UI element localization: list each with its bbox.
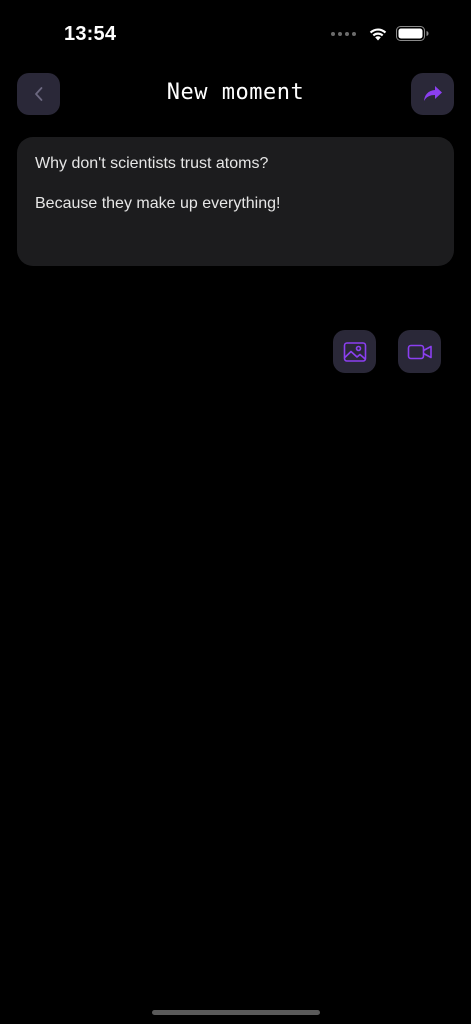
- wifi-icon: [369, 28, 387, 41]
- share-button[interactable]: [411, 73, 454, 115]
- page-title: New moment: [166, 80, 305, 105]
- add-video-button[interactable]: [398, 330, 441, 373]
- signal-dots-icon: [331, 31, 356, 36]
- share-forward-icon: [423, 86, 442, 101]
- note-line-answer: Because they make up everything!: [35, 195, 281, 212]
- battery-icon: [396, 26, 429, 41]
- image-icon: [343, 341, 366, 362]
- status-icons: [331, 26, 429, 41]
- note-line-question: Why don't scientists trust atoms?: [35, 155, 269, 172]
- note-text-area[interactable]: Why don't scientists trust atoms? Becaus…: [17, 137, 454, 266]
- status-bar: 13:54: [0, 0, 471, 70]
- video-camera-icon: [407, 344, 432, 359]
- add-photo-button[interactable]: [333, 330, 376, 373]
- status-time: 13:54: [64, 23, 117, 45]
- home-indicator[interactable]: [152, 1010, 320, 1015]
